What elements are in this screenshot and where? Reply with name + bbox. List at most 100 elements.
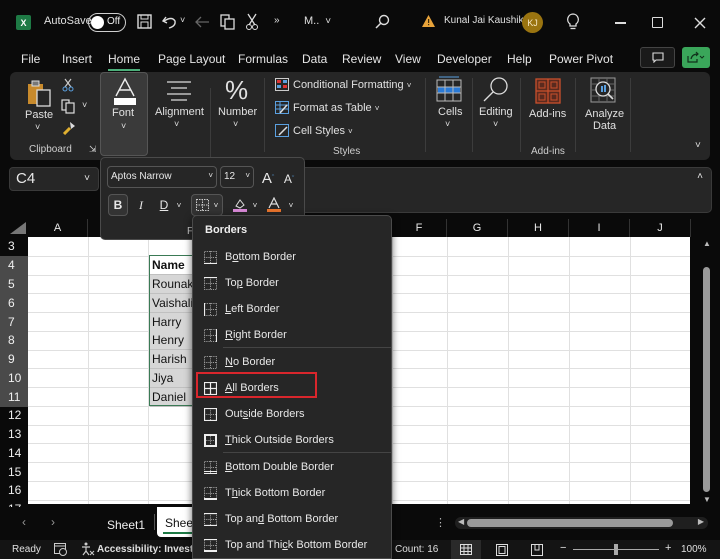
menu-item-top-and-thick-bottom-border[interactable]: Top and Thick Bottom Border <box>193 532 391 558</box>
tab-file[interactable]: File <box>21 52 40 66</box>
row-header[interactable]: 13 <box>0 425 28 444</box>
font-color-button[interactable] <box>265 194 283 216</box>
cell-c11[interactable]: Daniel <box>150 388 194 407</box>
menu-item-left-border[interactable]: Left Border <box>193 296 391 322</box>
paste-button[interactable]: Paste <box>25 109 53 121</box>
decrease-font-size-button[interactable]: Aˇ <box>281 168 297 190</box>
cell-c8[interactable]: Henry <box>150 331 194 350</box>
copy-icon[interactable] <box>61 99 76 114</box>
copy-icon[interactable] <box>220 14 236 30</box>
scroll-right-icon[interactable]: ▶ <box>698 517 704 526</box>
menu-item-top-border[interactable]: Top Border <box>193 270 391 296</box>
analyze-data-icon[interactable] <box>590 77 616 103</box>
lightbulb-icon[interactable] <box>566 13 580 31</box>
tab-page-layout[interactable]: Page Layout <box>158 52 225 66</box>
chevron-down-icon[interactable]: ˅ <box>233 119 238 129</box>
tab-help[interactable]: Help <box>507 52 532 66</box>
column-header-g[interactable]: G <box>447 219 508 237</box>
tab-review[interactable]: Review <box>342 52 381 66</box>
menu-item-no-border[interactable]: No Border <box>193 349 391 375</box>
cell-c9[interactable]: Harish <box>150 350 194 369</box>
column-header-j[interactable]: J <box>630 219 691 237</box>
column-header-f[interactable]: F <box>392 219 447 237</box>
underline-dropdown-icon[interactable]: ˅ <box>174 194 184 216</box>
row-header[interactable]: 3 <box>0 237 28 256</box>
zoom-out-button[interactable]: − <box>560 542 566 554</box>
file-name[interactable]: M.. ˅ <box>304 15 331 27</box>
borders-button[interactable]: ˅ <box>191 194 223 216</box>
back-arrow-icon[interactable] <box>194 15 210 29</box>
alignment-icon[interactable] <box>166 80 192 102</box>
share-button[interactable] <box>682 47 710 68</box>
row-header[interactable]: 9 <box>0 350 28 369</box>
font-group-button[interactable]: Font ˅ <box>100 72 148 156</box>
scroll-left-icon[interactable]: ◀ <box>458 517 464 526</box>
comments-button[interactable] <box>640 47 675 68</box>
format-painter-icon[interactable] <box>62 121 76 135</box>
bold-button[interactable]: B <box>108 194 128 216</box>
maximize-button[interactable] <box>652 17 663 28</box>
more-commands-icon[interactable]: » <box>274 15 280 26</box>
cells-icon[interactable] <box>436 76 462 102</box>
cell-c4[interactable]: Name <box>150 256 194 275</box>
normal-view-button[interactable] <box>451 540 481 559</box>
macro-recording-icon[interactable] <box>54 543 68 556</box>
increase-font-size-button[interactable]: Aˆ <box>259 167 277 189</box>
column-header-i[interactable]: I <box>569 219 630 237</box>
zoom-in-button[interactable]: + <box>665 542 671 554</box>
paste-icon[interactable] <box>26 80 54 108</box>
editing-button[interactable]: Editing <box>479 106 513 118</box>
cell-c5[interactable]: Rounak <box>150 275 194 294</box>
editing-search-icon[interactable] <box>482 76 510 104</box>
zoom-slider[interactable] <box>573 544 659 555</box>
save-icon[interactable] <box>137 14 152 29</box>
cell-c7[interactable]: Harry <box>150 313 194 332</box>
font-color-dropdown-icon[interactable]: ˅ <box>286 194 296 216</box>
search-icon[interactable] <box>375 14 390 29</box>
zoom-slider-thumb[interactable] <box>614 544 618 555</box>
addins-button[interactable]: Add-ins <box>529 108 566 120</box>
menu-item-all-borders[interactable]: All Borders <box>193 375 391 401</box>
horizontal-scrollbar[interactable]: ◀ ▶ <box>455 517 708 529</box>
sheet-tab-active[interactable]: Shee <box>157 507 197 537</box>
menu-item-right-border[interactable]: Right Border <box>193 322 391 348</box>
dialog-launcher-icon[interactable]: ⇲ <box>89 144 97 155</box>
row-header[interactable]: 6 <box>0 294 28 313</box>
sheet-tab-sheet1[interactable]: Sheet1 <box>107 518 145 532</box>
row-header[interactable]: 16 <box>0 481 28 500</box>
menu-item-bottom-double-border[interactable]: Bottom Double Border <box>193 454 391 480</box>
analyze-data-button[interactable]: Analyze Data <box>585 108 624 132</box>
cell-styles-button[interactable]: Cell Styles ˅ <box>293 125 353 137</box>
formula-bar[interactable]: ˄ <box>300 167 712 213</box>
horizontal-scroll-thumb[interactable] <box>467 519 673 527</box>
chevron-down-icon[interactable]: ˅ <box>174 119 179 129</box>
cells-button[interactable]: Cells <box>438 106 462 118</box>
row-header[interactable]: 15 <box>0 463 28 482</box>
italic-button[interactable]: I <box>133 194 149 216</box>
minimize-button[interactable] <box>615 22 626 24</box>
row-header[interactable]: 5 <box>0 275 28 294</box>
collapse-formula-bar-icon[interactable]: ˄ <box>697 171 703 182</box>
row-header[interactable]: 8 <box>0 331 28 350</box>
user-name[interactable]: Kunal Jai Kaushik <box>444 15 524 26</box>
column-header-a[interactable]: A <box>28 219 88 237</box>
alignment-button[interactable]: Alignment <box>155 106 204 118</box>
close-button[interactable] <box>694 17 706 29</box>
row-header[interactable]: 14 <box>0 444 28 463</box>
paste-dropdown-icon[interactable]: ˅ <box>35 122 40 132</box>
menu-item-top-and-bottom-border[interactable]: Top and Bottom Border <box>193 506 391 532</box>
name-box[interactable]: C4 ˅ <box>9 167 99 191</box>
cut-icon[interactable] <box>246 13 258 31</box>
vertical-scrollbar[interactable]: ▲ ▼ <box>700 237 714 507</box>
fill-color-dropdown-icon[interactable]: ˅ <box>250 194 260 216</box>
format-as-table-button[interactable]: Format as Table ˅ <box>293 102 379 114</box>
tab-developer[interactable]: Developer <box>437 52 492 66</box>
chevron-down-icon[interactable]: ˅ <box>445 119 450 129</box>
menu-item-outside-borders[interactable]: Outside Borders <box>193 401 391 427</box>
font-name-select[interactable]: Aptos Narrow ˅ <box>107 166 217 188</box>
warning-icon[interactable] <box>421 14 436 28</box>
tab-data[interactable]: Data <box>302 52 327 66</box>
row-header[interactable]: 4 <box>0 256 28 275</box>
column-header-h[interactable]: H <box>508 219 569 237</box>
select-all-button[interactable] <box>10 222 26 234</box>
